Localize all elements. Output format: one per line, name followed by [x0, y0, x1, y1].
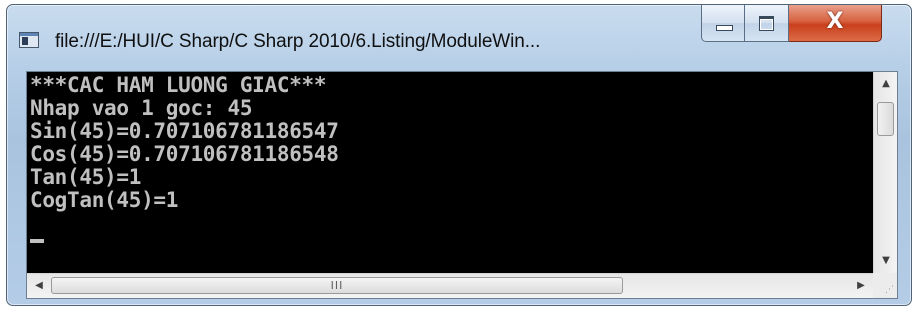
console-window: file:///E:/HUI/C Sharp/C Sharp 2010/6.Li…	[6, 4, 912, 306]
window-title: file:///E:/HUI/C Sharp/C Sharp 2010/6.Li…	[55, 31, 541, 52]
minimize-button[interactable]	[701, 5, 745, 42]
console-line-input: Nhap vao 1 goc: 45	[30, 96, 253, 120]
console-client-area: ***CAC HAM LUONG GIAC*** Nhap vao 1 goc:…	[26, 71, 898, 299]
console-output[interactable]: ***CAC HAM LUONG GIAC*** Nhap vao 1 goc:…	[27, 72, 873, 273]
console-line-cotan: CogTan(45)=1	[30, 188, 179, 212]
console-line-sin: Sin(45)=0.707106781186547	[30, 119, 339, 143]
icon-title-strip	[20, 33, 38, 36]
close-icon: X	[826, 9, 844, 34]
console-line-tan: Tan(45)=1	[30, 165, 142, 189]
thumb-grip-icon: III	[330, 279, 344, 292]
console-line-cos: Cos(45)=0.707106781186548	[30, 142, 339, 166]
horizontal-scroll-thumb[interactable]: III	[51, 277, 623, 294]
size-grip-icon[interactable]: ⋰	[885, 286, 894, 295]
icon-screen	[22, 37, 28, 45]
horizontal-scrollbar[interactable]: ◀ III ▶	[27, 273, 873, 298]
maximize-icon	[759, 16, 774, 31]
console-line-header: ***CAC HAM LUONG GIAC***	[30, 73, 327, 97]
title-bar[interactable]: file:///E:/HUI/C Sharp/C Sharp 2010/6.Li…	[7, 5, 911, 63]
scrollbar-corner: ⋰	[873, 273, 897, 298]
maximize-button[interactable]	[745, 5, 789, 42]
minimize-icon	[716, 25, 733, 31]
text-cursor	[30, 239, 44, 243]
vertical-scrollbar[interactable]: ▲ ▼	[873, 72, 897, 273]
console-window-icon[interactable]	[19, 32, 39, 48]
caption-buttons: X	[701, 5, 882, 46]
scroll-left-arrow-icon[interactable]: ◀	[27, 274, 51, 298]
scroll-up-arrow-icon[interactable]: ▲	[874, 72, 898, 96]
scroll-right-arrow-icon[interactable]: ▶	[849, 274, 873, 298]
vertical-scroll-thumb[interactable]	[877, 102, 894, 136]
scroll-down-arrow-icon[interactable]: ▼	[874, 249, 898, 273]
close-button[interactable]: X	[789, 5, 882, 42]
